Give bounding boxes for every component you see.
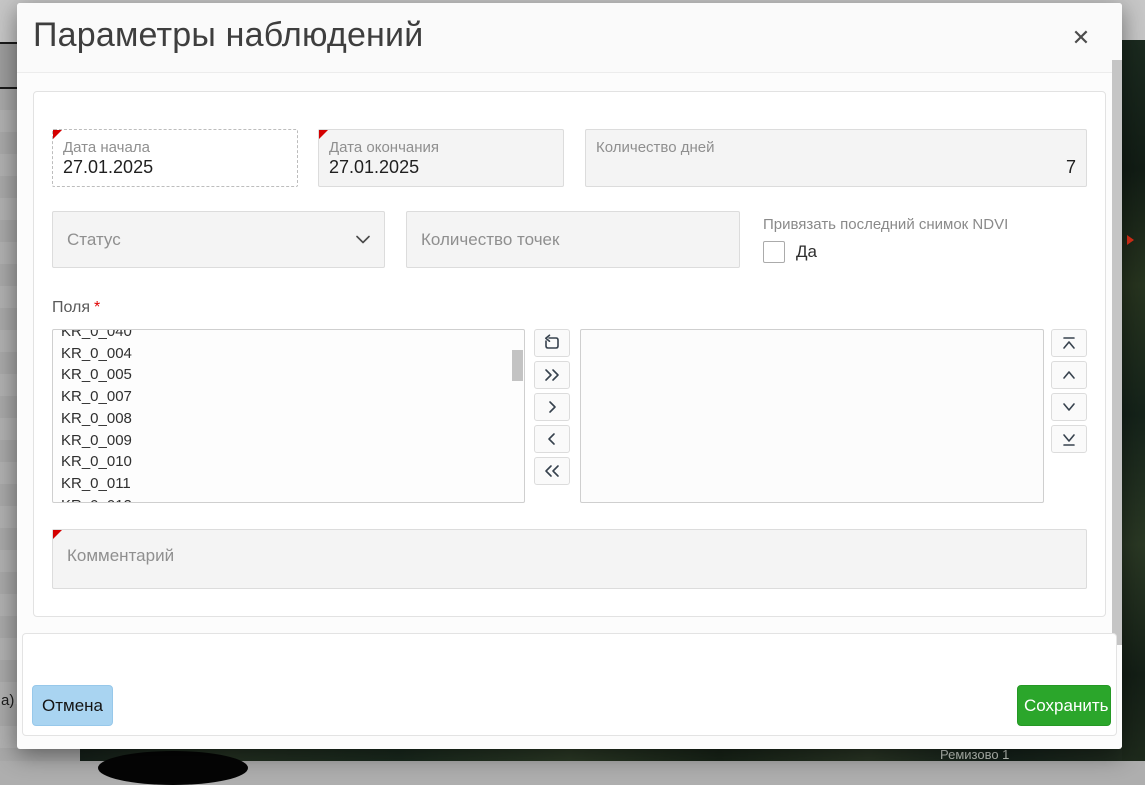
days-count-field[interactable]: Количество дней 7 [585, 129, 1087, 187]
days-count-value: 7 [596, 157, 1076, 178]
points-count-box [406, 211, 740, 268]
dialog-body: Дата начала 27.01.2025 Дата окончания 27… [17, 73, 1122, 617]
cancel-button[interactable]: Отмена [32, 685, 113, 726]
chevron-down-icon [356, 231, 370, 249]
start-date-field[interactable]: Дата начала 27.01.2025 [52, 129, 298, 187]
move-all-left-icon[interactable] [534, 457, 570, 485]
list-item[interactable]: KR_0_010 [61, 451, 524, 473]
move-to-bottom-icon[interactable] [1051, 425, 1087, 453]
days-count-label: Количество дней [596, 139, 1076, 156]
list-item[interactable]: KR_0_004 [61, 343, 524, 365]
available-fields-items: KR_0_040KR_0_004KR_0_005KR_0_007KR_0_008… [53, 329, 524, 503]
selected-fields-list[interactable] [580, 329, 1044, 503]
end-date-field[interactable]: Дата окончания 27.01.2025 [318, 129, 564, 187]
observation-parameters-dialog: Параметры наблюдений ✕ Дата начала 27.01… [17, 3, 1122, 749]
fields-dual-list: KR_0_040KR_0_004KR_0_005KR_0_007KR_0_008… [52, 329, 1087, 503]
return-all-icon[interactable] [534, 329, 570, 357]
close-icon[interactable]: ✕ [1066, 23, 1096, 53]
list-scrollbar[interactable] [512, 350, 523, 381]
list-item[interactable]: KR_0_009 [61, 430, 524, 452]
map-field-shape [98, 751, 248, 785]
list-item[interactable]: KR_0_011 [61, 473, 524, 495]
ndvi-group: Привязать последний снимок NDVI Да [763, 211, 1008, 268]
move-all-right-icon[interactable] [534, 361, 570, 389]
list-item[interactable]: KR_0_007 [61, 386, 524, 408]
move-right-icon[interactable] [534, 393, 570, 421]
end-date-label: Дата окончания [329, 139, 553, 156]
list-item[interactable]: KR_0_005 [61, 364, 524, 386]
dialog-footer: Отмена Сохранить [22, 633, 1117, 736]
list-item[interactable]: KR_0_040 [61, 329, 524, 343]
status-placeholder: Статус [67, 230, 356, 250]
screen: { "dialog": { "title": "Параметры наблюд… [0, 0, 1145, 761]
move-down-icon[interactable] [1051, 393, 1087, 421]
move-left-icon[interactable] [534, 425, 570, 453]
ndvi-label: Привязать последний снимок NDVI [763, 216, 1008, 233]
options-row: Статус Привязать последний снимок NDVI Д… [52, 211, 1087, 268]
background-map-bottom: Ремизово 1 [80, 747, 1145, 761]
dates-row: Дата начала 27.01.2025 Дата окончания 27… [52, 129, 1087, 187]
map-place-label: Ремизово 1 [940, 747, 1009, 762]
end-date-value: 27.01.2025 [329, 157, 553, 178]
list-item[interactable]: KR_0_012 [61, 495, 524, 503]
transfer-buttons [534, 329, 570, 489]
background-table-caption: a) [1, 692, 14, 709]
points-count-input[interactable] [407, 212, 739, 267]
fields-label-text: Поля [52, 299, 90, 316]
ndvi-checkbox-label: Да [796, 242, 817, 262]
fields-label: Поля* [52, 299, 1087, 317]
required-asterisk: * [94, 299, 100, 316]
status-select[interactable]: Статус [52, 211, 385, 268]
move-to-top-icon[interactable] [1051, 329, 1087, 357]
dialog-title: Параметры наблюдений [33, 16, 423, 55]
save-button[interactable]: Сохранить [1017, 685, 1111, 726]
comment-input[interactable] [53, 530, 1086, 588]
dialog-header: Параметры наблюдений ✕ [17, 3, 1122, 73]
background-map-right [1122, 40, 1145, 761]
dialog-scrollbar[interactable] [1112, 60, 1122, 645]
available-fields-list[interactable]: KR_0_040KR_0_004KR_0_005KR_0_007KR_0_008… [52, 329, 525, 503]
start-date-label: Дата начала [63, 139, 287, 156]
comment-box [52, 529, 1087, 589]
map-marker-icon [1127, 235, 1134, 245]
start-date-value: 27.01.2025 [63, 157, 287, 178]
move-up-icon[interactable] [1051, 361, 1087, 389]
form-panel: Дата начала 27.01.2025 Дата окончания 27… [33, 91, 1106, 617]
ndvi-check-row: Да [763, 241, 1008, 263]
list-item[interactable]: KR_0_008 [61, 408, 524, 430]
ndvi-checkbox[interactable] [763, 241, 785, 263]
reorder-buttons [1051, 329, 1087, 457]
